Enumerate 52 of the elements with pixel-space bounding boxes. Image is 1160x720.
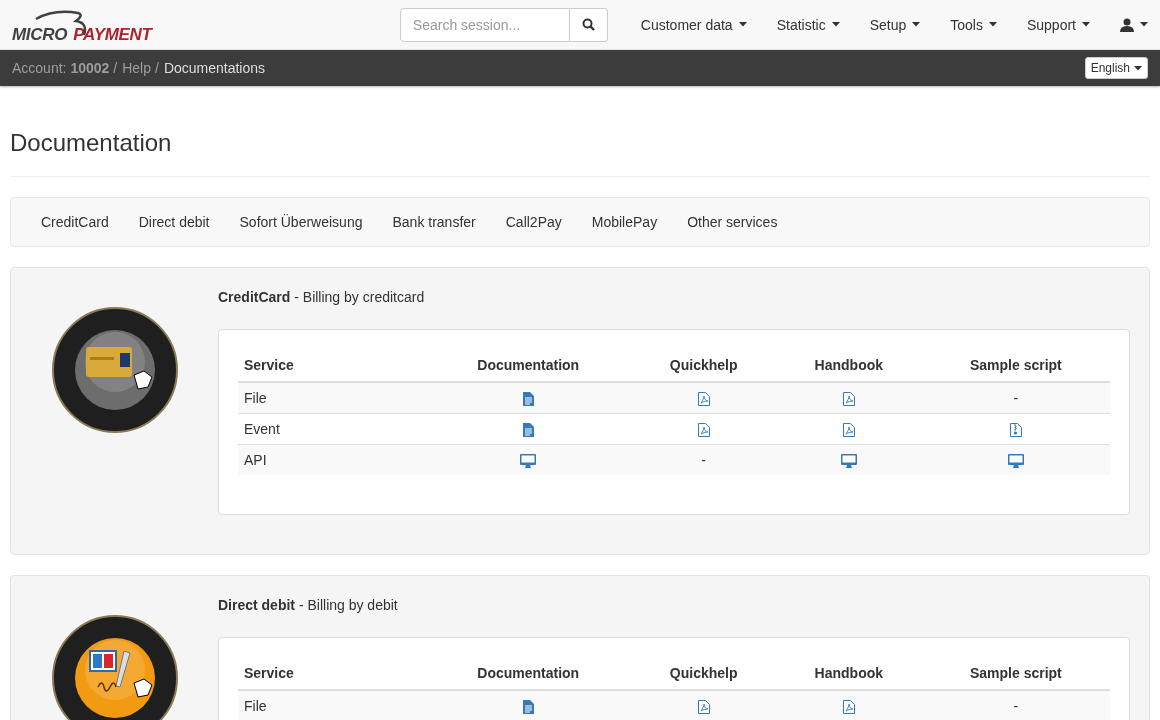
- menu-item[interactable]: Customer data: [625, 16, 762, 33]
- caret-icon: [988, 22, 997, 27]
- caret-icon: [738, 22, 747, 27]
- breadcrumb-separator: /: [113, 60, 118, 76]
- table-cell: API: [238, 444, 425, 475]
- tab[interactable]: Sofort Überweisung: [224, 214, 378, 230]
- document-icon[interactable]: [522, 423, 534, 438]
- pdf-file-icon[interactable]: [697, 392, 710, 407]
- caret-icon: [1140, 22, 1148, 27]
- caret-icon: [831, 22, 840, 27]
- tab[interactable]: Bank transfer: [377, 214, 491, 230]
- pdf-file-icon[interactable]: [842, 700, 855, 715]
- table-cell: -: [631, 444, 776, 475]
- tab[interactable]: Call2Pay: [490, 214, 577, 230]
- user-icon: [1120, 17, 1134, 32]
- table-cell: File: [238, 382, 425, 414]
- breadcrumb-current: Documentations: [163, 60, 266, 76]
- pdf-file-icon[interactable]: [842, 392, 855, 407]
- section-title: Direct debit - Billing by debit: [218, 597, 399, 615]
- account-number: Account: 10002: [12, 60, 110, 76]
- table-cell: File: [238, 690, 425, 720]
- document-icon[interactable]: [522, 700, 534, 715]
- tab[interactable]: Other services: [672, 214, 793, 230]
- caret-icon: [1082, 22, 1090, 27]
- menu-item[interactable]: Setup: [854, 16, 936, 33]
- page-title: Documentation: [10, 130, 1150, 177]
- tab[interactable]: MobilePay: [576, 214, 673, 230]
- menu-item[interactable]: Support: [1011, 16, 1105, 33]
- monitor-icon[interactable]: [1007, 454, 1024, 469]
- language-dropdown[interactable]: English: [1084, 57, 1148, 79]
- monitor-icon[interactable]: [520, 454, 537, 469]
- pdf-file-icon[interactable]: [697, 700, 710, 715]
- breadcrumb-separator: /: [155, 60, 159, 76]
- document-icon[interactable]: [522, 392, 534, 407]
- section-title: CreditCard - Billing by creditcard: [218, 289, 426, 307]
- search-button[interactable]: [569, 7, 608, 42]
- tab[interactable]: Direct debit: [123, 214, 225, 230]
- table-cell: -: [921, 382, 1110, 414]
- caret-icon: [1134, 65, 1142, 71]
- menu-item[interactable]: Statistic: [761, 16, 855, 33]
- tab[interactable]: CreditCard: [26, 214, 124, 230]
- search-field[interactable]: Search session...: [399, 7, 570, 42]
- pdf-file-icon[interactable]: [697, 423, 710, 438]
- pdf-file-icon[interactable]: [842, 423, 855, 438]
- caret-icon: [912, 22, 921, 27]
- logo[interactable]: MICRO PAYMENT: [12, 4, 152, 45]
- zip-file-icon[interactable]: [1009, 423, 1022, 438]
- search-icon: [581, 18, 595, 31]
- breadcrumb-link[interactable]: Help: [122, 60, 151, 76]
- table-cell: -: [921, 690, 1110, 720]
- monitor-icon[interactable]: [840, 454, 857, 469]
- menu-item[interactable]: Tools: [935, 16, 1012, 33]
